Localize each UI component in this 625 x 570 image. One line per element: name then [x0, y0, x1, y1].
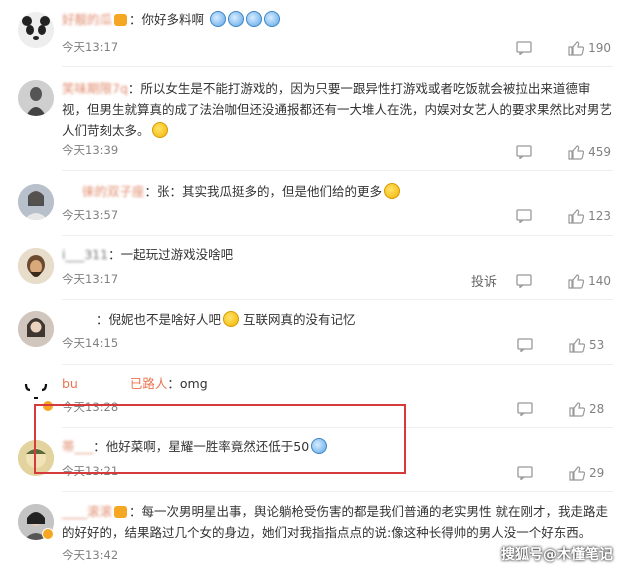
like-count: 28	[589, 402, 605, 416]
comment-line: ：倪妮也不是啥好人吧 互联网真的没有记忆	[96, 311, 356, 327]
user-avatar-icon	[18, 311, 54, 347]
avatar[interactable]	[18, 184, 54, 220]
panda-avatar-icon	[18, 12, 54, 48]
comment-line: 徕的双子座：张：其实我瓜挺多的，但是他们给的更多	[62, 181, 401, 203]
vip-badge-icon	[114, 14, 128, 26]
laugh-emoji-icon	[384, 183, 401, 199]
smile-emoji-icon	[223, 311, 240, 327]
timestamp: 今天13:39	[62, 143, 119, 157]
timestamp: 今天14:15	[62, 336, 119, 350]
like-count: 190	[588, 41, 611, 55]
reply-icon[interactable]	[516, 145, 532, 159]
like-count: 123	[588, 209, 611, 223]
comment-text: 你好多料啊	[141, 12, 205, 27]
like-icon[interactable]	[568, 144, 585, 160]
timestamp: 今天13:17	[62, 40, 119, 54]
comment-actions: 123	[516, 206, 611, 226]
username[interactable]: ____滚滚	[62, 504, 112, 519]
divider	[62, 235, 613, 236]
comment-actions: 28	[517, 399, 611, 419]
reply-icon[interactable]	[516, 274, 532, 288]
like-icon[interactable]	[568, 208, 585, 224]
like-icon[interactable]	[569, 465, 585, 481]
comment-actions: 190	[516, 38, 611, 58]
comment-line: 笑味期限7q：所以女生是不能打游戏的，因为只要一跟异性打游戏或者吃饭就会被拉出来…	[62, 81, 613, 138]
username[interactable]: 好靓的瓜	[62, 12, 112, 27]
comment-text: 所以女生是不能打游戏的，因为只要一跟异性打游戏或者吃饭就会被拉出来道德审视，但男…	[62, 81, 613, 138]
divider	[62, 364, 613, 365]
comment-actions: 459	[516, 142, 611, 162]
doge-emoji-icon	[210, 11, 227, 27]
grin-emoji-icon	[151, 122, 168, 138]
reply-icon[interactable]	[517, 338, 533, 352]
comment-line: 好靓的瓜 ：你好多料啊	[62, 9, 281, 31]
username[interactable]: i___311	[62, 247, 108, 262]
like-count: 459	[588, 145, 611, 159]
comment-text: 张：其实我瓜挺多的，但是他们给的更多	[157, 184, 383, 199]
doge-emoji-icon	[246, 11, 263, 27]
reply-icon[interactable]	[516, 209, 532, 223]
avatar[interactable]	[18, 311, 54, 347]
highlight-box	[34, 404, 406, 474]
like-icon[interactable]	[569, 337, 585, 353]
comment-text: 倪妮也不是啥好人吧	[108, 312, 222, 327]
avatar[interactable]	[18, 12, 54, 48]
username-tail[interactable]: 已路人	[130, 376, 168, 391]
reply-icon[interactable]	[516, 41, 532, 55]
comment-text: omg	[179, 376, 208, 391]
comment-actions: 140	[516, 271, 611, 291]
verified-badge-icon	[42, 528, 54, 540]
like-count: 29	[589, 466, 605, 480]
vip-badge-icon	[114, 506, 128, 518]
reply-icon[interactable]	[517, 402, 533, 416]
like-icon[interactable]	[568, 273, 585, 289]
divider	[62, 170, 613, 171]
comment-line: bu 已路人：omg	[62, 376, 208, 391]
avatar[interactable]	[18, 248, 54, 284]
divider	[62, 66, 613, 67]
like-count: 53	[589, 338, 605, 352]
comment-actions: 29	[517, 463, 611, 483]
username[interactable]: 徕的双子座	[82, 184, 145, 199]
username[interactable]: bu	[62, 376, 78, 391]
comment-actions: 53	[517, 335, 611, 355]
user-avatar-icon	[18, 248, 54, 284]
divider	[62, 491, 613, 492]
timestamp: 今天13:17	[62, 272, 119, 286]
like-icon[interactable]	[568, 40, 585, 56]
like-icon[interactable]	[569, 401, 585, 417]
doge-emoji-icon	[264, 11, 281, 27]
avatar[interactable]	[18, 80, 54, 116]
comment-line: i___311：一起玩过游戏没啥吧	[62, 247, 234, 262]
timestamp: 今天13:42	[62, 548, 119, 562]
comment-text: 一起玩过游戏没啥吧	[120, 247, 234, 262]
reply-icon[interactable]	[517, 466, 533, 480]
watermark: 搜狐号@木懂笔记	[501, 547, 613, 563]
divider	[62, 299, 613, 300]
user-avatar-icon	[18, 184, 54, 220]
report-button[interactable]: 投诉	[471, 271, 497, 290]
doge-emoji-icon	[228, 11, 245, 27]
comment-text-2: 互联网真的没有记忆	[243, 312, 356, 327]
username[interactable]: 笑味期限7q	[62, 81, 128, 96]
comment-text: 每一次男明星出事，舆论躺枪受伤害的都是我们普通的老实男性 就在刚才，我走路走的好…	[62, 504, 609, 540]
timestamp: 今天13:57	[62, 208, 119, 222]
comment-line: ____滚滚 ：每一次男明星出事，舆论躺枪受伤害的都是我们普通的老实男性 就在刚才…	[62, 504, 609, 540]
user-avatar-icon	[18, 80, 54, 116]
like-count: 140	[588, 274, 611, 288]
